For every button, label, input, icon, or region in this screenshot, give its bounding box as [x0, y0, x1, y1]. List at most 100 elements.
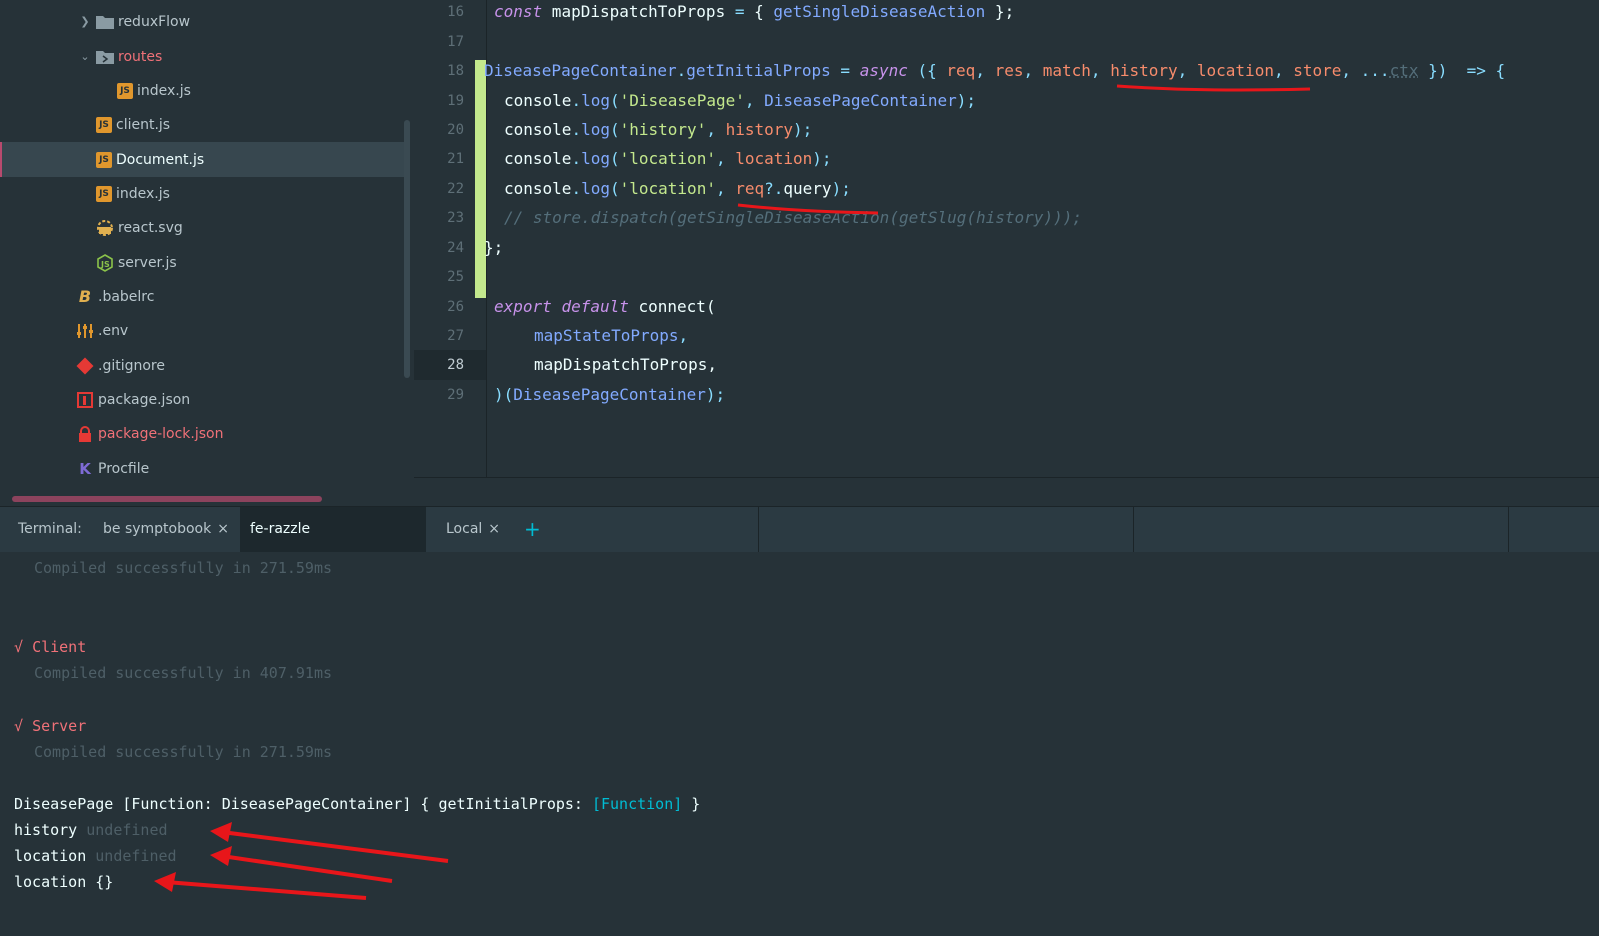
- tab-fe-razzle-symptobook[interactable]: fe-razzle symptobook×: [240, 507, 426, 582]
- tree-file-document[interactable]: JS Document.js: [0, 142, 404, 177]
- close-icon[interactable]: ×: [217, 521, 229, 537]
- svg-file-icon: [96, 219, 114, 237]
- line-number: 28: [447, 357, 464, 373]
- new-terminal-button[interactable]: +: [524, 507, 541, 552]
- sidebar-scrollbar[interactable]: [404, 120, 410, 378]
- tree-folder-reduxflow[interactable]: ❯ reduxFlow: [0, 4, 414, 39]
- code-line-24: };: [484, 238, 504, 257]
- check-icon: √: [14, 717, 24, 735]
- tree-item-label: .babelrc: [98, 288, 155, 305]
- js-file-icon: JS: [96, 151, 112, 168]
- js-file-icon: JS: [117, 82, 133, 99]
- terminal-line: history undefined: [14, 821, 168, 839]
- line-number: 24: [447, 240, 464, 256]
- line-number: 19: [447, 93, 464, 109]
- tree-file-client[interactable]: JS client.js: [0, 107, 414, 142]
- terminal-line: location undefined: [14, 847, 177, 865]
- terminal-line: √ Server: [14, 717, 87, 735]
- line-number: 21: [447, 151, 464, 167]
- tree-item-label: package-lock.json: [98, 425, 224, 442]
- tab-divider: [758, 507, 759, 552]
- code-line-28: mapDispatchToProps,: [534, 355, 718, 374]
- close-icon[interactable]: ×: [488, 521, 500, 537]
- npm-icon: [76, 391, 94, 409]
- code-line-23: // store.dispatch(getSingleDiseaseAction…: [504, 208, 1082, 227]
- line-number: 29: [447, 387, 464, 403]
- code-line-22: console.log('location', req?.query);: [504, 179, 851, 198]
- code-line-27: mapStateToProps,: [534, 326, 689, 345]
- tree-file-procfile[interactable]: K Procfile: [0, 451, 414, 486]
- tree-item-label: package.json: [98, 391, 191, 408]
- line-number: 20: [447, 122, 464, 138]
- terminal-line: DiseasePage [Function: DiseasePageContai…: [14, 795, 701, 813]
- project-sidebar: ❯ reduxFlow ⌄ routes JS index.js JS clie…: [0, 0, 414, 506]
- folder-open-icon: [96, 48, 114, 66]
- js-file-icon: JS: [96, 185, 112, 202]
- tab-label: be symptobook: [103, 521, 212, 537]
- terminal-output[interactable]: Compiled successfully in 271.59ms √ Clie…: [0, 552, 1599, 936]
- line-number: 22: [447, 181, 464, 197]
- tree-file-package-lock[interactable]: package-lock.json: [0, 416, 414, 451]
- tree-item-label: server.js: [118, 254, 177, 271]
- tree-item-label: client.js: [116, 116, 171, 133]
- tree-folder-routes[interactable]: ⌄ routes: [0, 39, 414, 74]
- terminal-line: √ Client: [14, 638, 87, 656]
- line-number: 27: [447, 328, 464, 344]
- line-number: 26: [447, 299, 464, 315]
- code-line-16: const mapDispatchToProps = { getSingleDi…: [494, 2, 1015, 21]
- tab-local[interactable]: Local ×: [436, 507, 516, 552]
- tree-item-label: .env: [98, 322, 129, 339]
- tree-item-label: .gitignore: [98, 357, 165, 374]
- code-editor[interactable]: 16 17 18 19 20 21 22 23 24 25 26 27 28 2…: [414, 0, 1599, 477]
- tab-be-symptobook[interactable]: be symptobook ×: [93, 507, 239, 552]
- terminal-label: Terminal:: [18, 521, 82, 537]
- tree-item-label: routes: [118, 48, 163, 65]
- terminal-line: location {}: [14, 873, 114, 891]
- settings-sliders-icon: [76, 322, 94, 340]
- tree-file-server[interactable]: JS server.js: [0, 245, 414, 280]
- tree-item-label: react.svg: [118, 219, 183, 236]
- folder-icon: [96, 13, 114, 31]
- lock-icon: [76, 425, 94, 443]
- svg-text:JS: JS: [100, 260, 110, 269]
- babel-icon: B: [78, 287, 92, 306]
- tree-file-gitignore[interactable]: .gitignore: [0, 348, 414, 383]
- code-line-26: export default connect(: [494, 297, 716, 316]
- tab-divider: [1133, 507, 1134, 552]
- sidebar-horizontal-scrollbar[interactable]: [12, 496, 322, 502]
- node-js-icon: JS: [96, 253, 114, 272]
- tree-file-index[interactable]: JS index.js: [0, 176, 414, 211]
- line-number: 23: [447, 210, 464, 226]
- line-number: 25: [447, 269, 464, 285]
- code-line-29: )(DiseasePageContainer);: [494, 385, 726, 404]
- tree-file-react-svg[interactable]: react.svg: [0, 210, 414, 245]
- code-line-21: console.log('location', location);: [504, 149, 832, 168]
- tab-divider: [1508, 507, 1509, 552]
- tree-item-label: index.js: [116, 185, 170, 202]
- line-number: 18: [447, 63, 464, 79]
- terminal-line: Compiled successfully in 271.59ms: [34, 743, 333, 761]
- terminal-line: Compiled successfully in 271.59ms: [34, 559, 333, 577]
- git-icon: [76, 357, 94, 375]
- tree-file-routes-index[interactable]: JS index.js: [0, 73, 414, 108]
- tab-label: Local: [446, 521, 483, 537]
- tree-file-babelrc[interactable]: B .babelrc: [0, 279, 414, 314]
- line-number: 17: [447, 34, 464, 50]
- code-line-19: console.log('DiseasePage', DiseasePageCo…: [504, 91, 977, 110]
- tree-item-label: Procfile: [98, 460, 150, 477]
- tree-file-env[interactable]: .env: [0, 313, 414, 348]
- line-number: 16: [447, 4, 464, 20]
- tree-item-label: Document.js: [116, 151, 205, 168]
- editor-divider: [414, 477, 1599, 478]
- js-file-icon: JS: [96, 116, 112, 133]
- code-line-18: DiseasePageContainer.getInitialProps = a…: [484, 61, 1506, 80]
- check-icon: √: [14, 638, 24, 656]
- heroku-icon: K: [79, 459, 91, 478]
- tree-file-package-json[interactable]: package.json: [0, 382, 414, 417]
- tree-item-label: reduxFlow: [118, 13, 191, 30]
- code-line-20: console.log('history', history);: [504, 120, 813, 139]
- chevron-down-icon[interactable]: ⌄: [78, 50, 92, 63]
- terminal-tab-bar: Terminal: be symptobook × fe-razzle sympt…: [0, 506, 1599, 582]
- terminal-line: Compiled successfully in 407.91ms: [34, 664, 333, 682]
- chevron-right-icon[interactable]: ❯: [78, 15, 92, 28]
